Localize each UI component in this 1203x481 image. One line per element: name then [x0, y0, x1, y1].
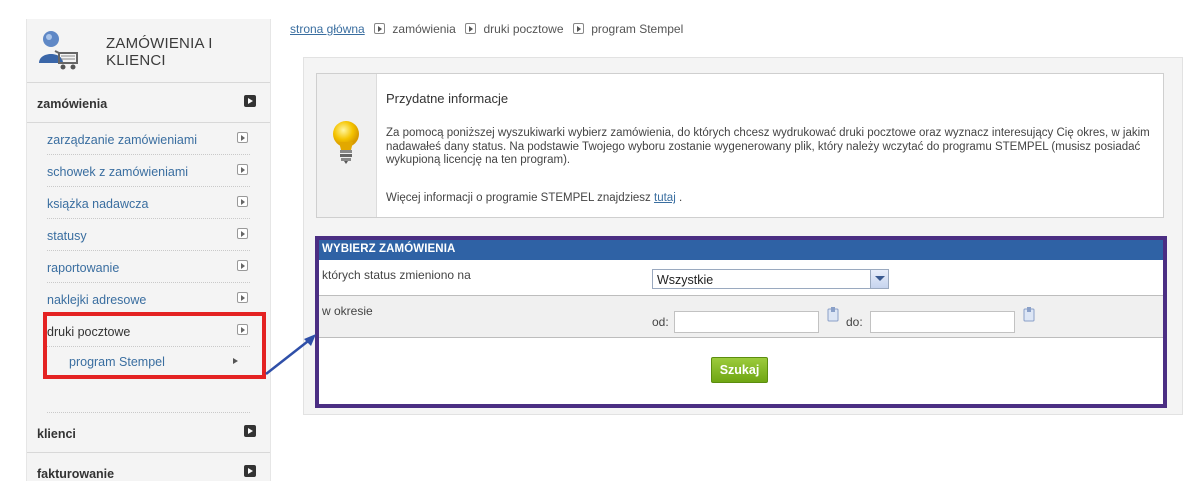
breadcrumb-home-link[interactable]: strona główna — [290, 22, 365, 36]
calendar-icon[interactable] — [1022, 307, 1036, 323]
info-box: Przydatne informacje Za pomocą poniższej… — [316, 73, 1164, 218]
status-select[interactable]: Wszystkie — [652, 269, 889, 289]
date-from-input[interactable] — [674, 311, 819, 333]
info-text: Za pomocą poniższej wyszukiwarki wybierz… — [386, 127, 1150, 166]
breadcrumb: strona główna zamówienia druki pocztowe … — [290, 22, 683, 36]
sidebar-item-address-labels[interactable]: naklejki adresowe — [47, 283, 250, 315]
status-row: których status zmieniono na Wszystkie — [319, 260, 1163, 296]
arrow-right-icon — [465, 23, 477, 34]
arrow-right-icon — [237, 196, 248, 207]
lightbulb-icon — [333, 121, 359, 164]
arrow-right-icon — [237, 260, 248, 271]
orders-clients-icon — [39, 31, 78, 70]
expand-icon[interactable] — [244, 425, 256, 437]
section-orders[interactable]: zamówienia — [27, 83, 270, 123]
breadcrumb-item: druki pocztowe — [483, 22, 564, 36]
search-button[interactable]: Szukaj — [711, 357, 768, 383]
to-label: do: — [846, 315, 863, 329]
status-select-value: Wszystkie — [657, 273, 714, 287]
sidebar-item-order-management[interactable]: zarządzanie zamówieniami — [47, 123, 250, 155]
info-more: Więcej informacji o programie STEMPEL zn… — [386, 192, 682, 204]
sidebar-item-dispatch-book[interactable]: książka nadawcza — [47, 187, 250, 219]
info-title: Przydatne informacje — [386, 91, 509, 106]
info-icon-column — [317, 74, 377, 217]
arrow-right-icon — [237, 164, 248, 175]
order-filter-form: WYBIERZ ZAMÓWIENIA których status zmieni… — [315, 236, 1167, 408]
date-to-input[interactable] — [870, 311, 1015, 333]
sidebar-title-line1: ZAMÓWIENIA I — [106, 35, 213, 52]
calendar-icon[interactable] — [826, 307, 840, 323]
arrow-right-icon — [237, 292, 248, 303]
arrow-right-icon — [572, 23, 584, 34]
sidebar-item-order-clipboard[interactable]: schowek z zamówieniami — [47, 155, 250, 187]
form-header: WYBIERZ ZAMÓWIENIA — [319, 240, 1163, 260]
info-more-suffix: . — [678, 192, 683, 204]
section-clients[interactable]: klienci — [27, 413, 270, 453]
section-invoicing[interactable]: fakturowanie — [27, 453, 270, 481]
highlight-box-red — [43, 312, 266, 379]
arrow-right-icon — [237, 228, 248, 239]
period-label: w okresie — [322, 304, 373, 318]
breadcrumb-item: program Stempel — [591, 22, 684, 36]
sidebar-item-label: schowek z zamówieniami — [47, 165, 189, 179]
info-more-text: Więcej informacji o programie STEMPEL zn… — [386, 192, 651, 204]
more-info-link[interactable]: tutaj — [654, 192, 676, 204]
breadcrumb-item: zamówienia — [392, 22, 456, 36]
sidebar-item-label: statusy — [47, 229, 87, 243]
status-label: których status zmieniono na — [322, 268, 471, 282]
arrow-right-icon — [237, 132, 248, 143]
chevron-down-icon[interactable] — [870, 270, 888, 288]
expand-icon[interactable] — [244, 465, 256, 477]
section-invoicing-label: fakturowanie — [37, 467, 115, 481]
period-row: w okresie od: do: — [319, 296, 1163, 338]
section-clients-label: klienci — [37, 427, 76, 441]
sidebar-title: ZAMÓWIENIA I KLIENCI — [106, 35, 213, 69]
sidebar: ZAMÓWIENIA I KLIENCI zamówienia zarządza… — [26, 19, 271, 481]
connector-arrow — [265, 334, 316, 375]
arrow-right-icon — [374, 23, 386, 34]
sidebar-header: ZAMÓWIENIA I KLIENCI — [27, 19, 270, 83]
from-label: od: — [652, 315, 669, 329]
sidebar-item-label: naklejki adresowe — [47, 293, 147, 307]
section-orders-label: zamówienia — [37, 97, 108, 111]
sidebar-item-reporting[interactable]: raportowanie — [47, 251, 250, 283]
sidebar-item-label: zarządzanie zamówieniami — [47, 133, 198, 147]
sidebar-item-label: książka nadawcza — [47, 197, 149, 211]
sidebar-item-statuses[interactable]: statusy — [47, 219, 250, 251]
divider — [47, 379, 250, 413]
sidebar-item-label: raportowanie — [47, 261, 120, 275]
sidebar-title-line2: KLIENCI — [106, 52, 166, 69]
expand-icon[interactable] — [244, 95, 256, 107]
